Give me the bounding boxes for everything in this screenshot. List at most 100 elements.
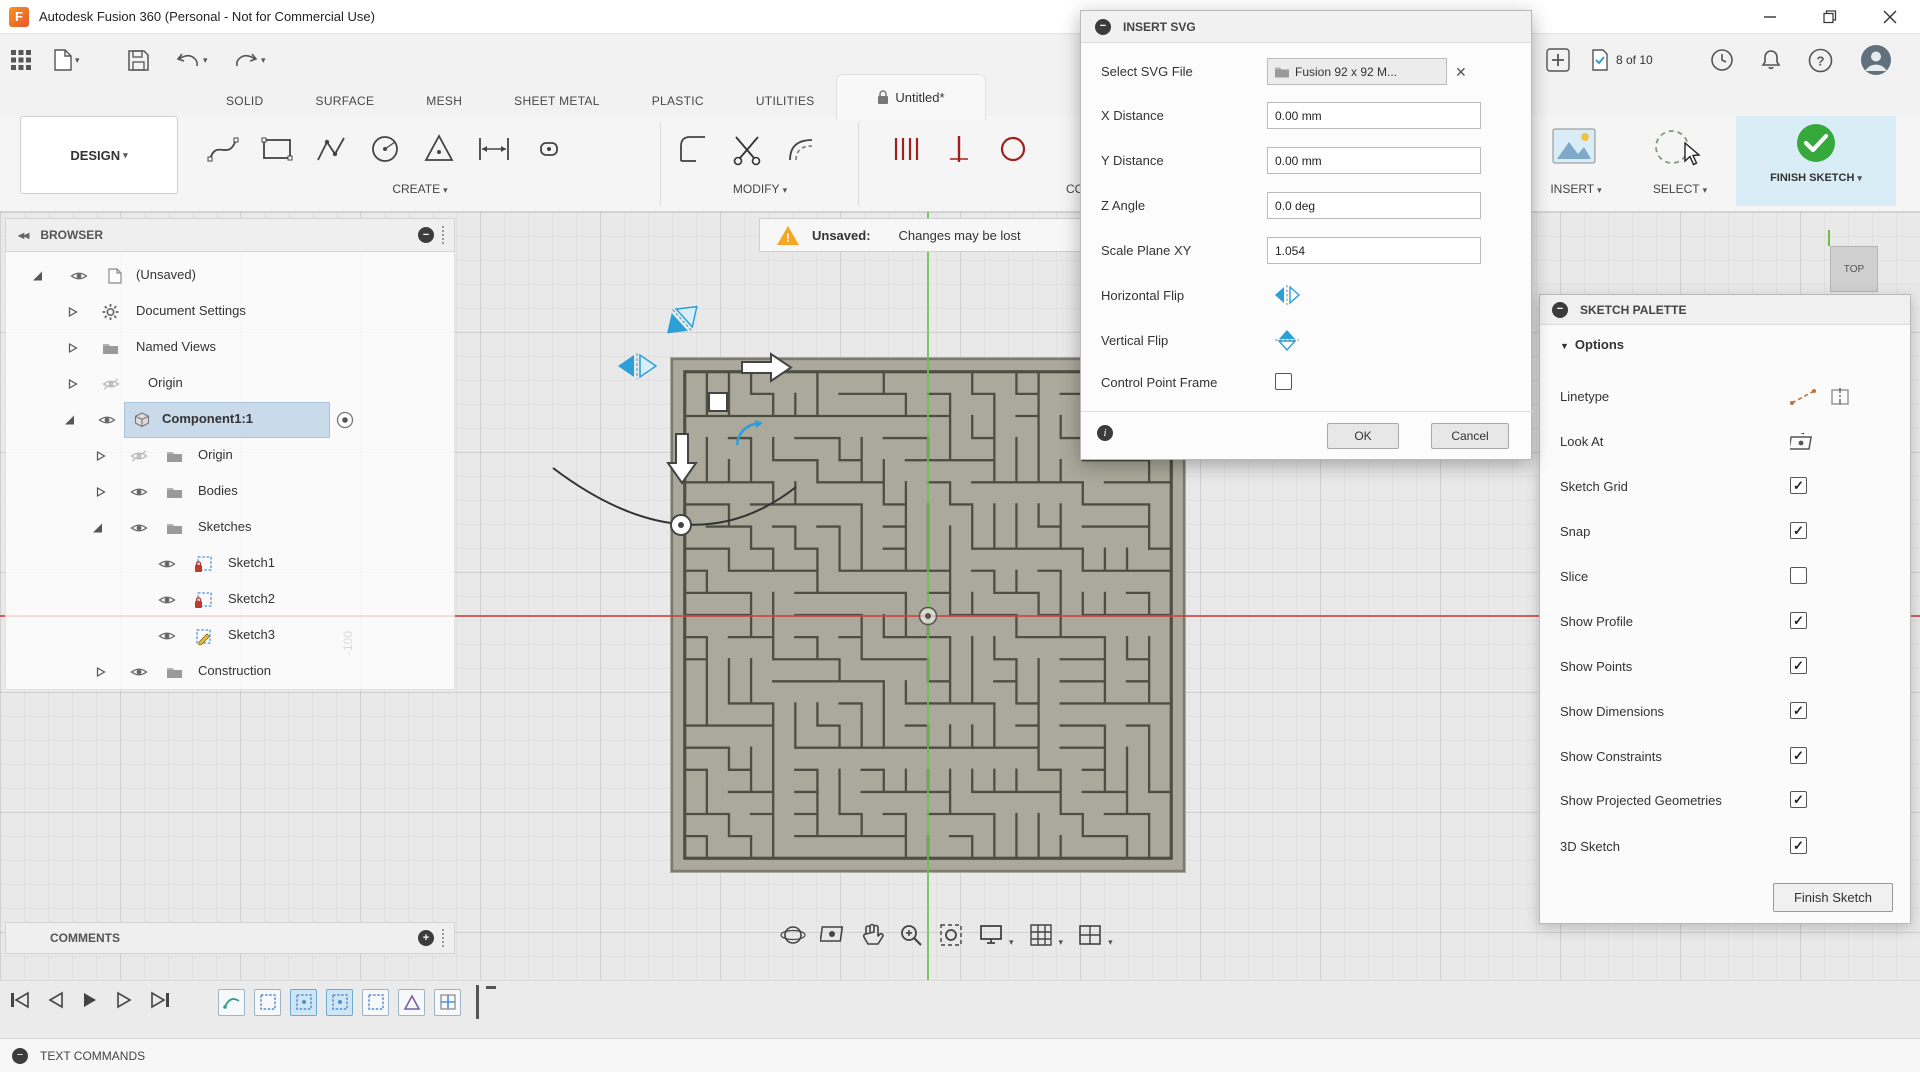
tab-sheet-metal[interactable]: SHEET METAL: [488, 86, 626, 116]
maximize-button[interactable]: [1800, 0, 1860, 34]
timeline-feature-sketch[interactable]: [398, 989, 425, 1016]
scale-plane-input[interactable]: [1267, 237, 1481, 264]
horizontal-flip-handle[interactable]: [616, 351, 658, 382]
visibility-eye-icon[interactable]: [130, 522, 148, 534]
display-settings-icon[interactable]: [978, 922, 1004, 948]
browser-row-component1[interactable]: Component1:1: [6, 402, 456, 438]
create-spline-icon[interactable]: [206, 132, 240, 166]
look-at-icon[interactable]: [1790, 432, 1816, 452]
save-button[interactable]: [128, 34, 149, 86]
text-commands-bar[interactable]: − TEXT COMMANDS: [0, 1038, 1920, 1072]
tab-plastic[interactable]: PLASTIC: [626, 86, 730, 116]
z-angle-input[interactable]: [1267, 192, 1481, 219]
tab-surface[interactable]: SURFACE: [290, 86, 401, 116]
svg-file-field[interactable]: Fusion 92 x 92 M...: [1267, 58, 1447, 85]
vertical-flip-handle[interactable]: [655, 293, 709, 346]
timeline-feature-sketch[interactable]: [254, 989, 281, 1016]
text-commands-icon[interactable]: −: [12, 1048, 28, 1064]
add-tab-button[interactable]: [1546, 34, 1570, 86]
control-point-frame-checkbox[interactable]: [1275, 373, 1292, 390]
modify-group-dropdown[interactable]: MODIFY▾: [690, 182, 830, 196]
visibility-eye-icon[interactable]: [158, 630, 176, 642]
help-button[interactable]: ?: [1808, 34, 1833, 86]
browser-row-construction[interactable]: Construction: [6, 654, 456, 690]
timeline-feature-sketch-selected[interactable]: [326, 989, 353, 1016]
browser-row-sketches[interactable]: Sketches: [6, 510, 456, 546]
constraint-circle-icon[interactable]: [996, 132, 1030, 166]
fit-view-icon[interactable]: [938, 922, 964, 948]
show-profile-checkbox[interactable]: ✓: [1790, 612, 1807, 629]
zoom-icon[interactable]: [898, 922, 924, 948]
move-x-arrow-handle[interactable]: [740, 351, 794, 384]
sketch-palette-header[interactable]: − SKETCH PALETTE: [1540, 295, 1910, 325]
display-settings-caret-icon[interactable]: ▾: [1009, 937, 1014, 948]
expand-closed-icon[interactable]: [96, 487, 106, 498]
browser-row-component-origin[interactable]: Origin: [6, 438, 456, 474]
document-tab[interactable]: Untitled*: [836, 74, 986, 120]
expand-open-icon[interactable]: [64, 415, 75, 426]
look-at-icon[interactable]: [820, 922, 846, 948]
vertical-flip-button-icon[interactable]: [1273, 328, 1301, 352]
redo-button[interactable]: ▾: [234, 34, 266, 86]
slice-checkbox[interactable]: [1790, 567, 1807, 584]
close-button[interactable]: [1860, 0, 1920, 34]
go-to-end-icon[interactable]: [150, 991, 170, 1009]
y-distance-input[interactable]: [1267, 147, 1481, 174]
move-y-arrow-handle[interactable]: [665, 432, 700, 486]
go-to-start-icon[interactable]: [10, 991, 30, 1009]
alerts-bell-button[interactable]: [1760, 34, 1782, 86]
browser-row-document-settings[interactable]: Document Settings: [6, 294, 456, 330]
rotate-snap-arc-handle[interactable]: [733, 419, 763, 449]
viewcube-top-face[interactable]: TOP: [1830, 246, 1878, 292]
visibility-eye-icon[interactable]: [158, 558, 176, 570]
undo-caret-icon[interactable]: ▾: [203, 55, 208, 66]
browser-row-named-views[interactable]: Named Views: [6, 330, 456, 366]
visibility-eye-icon[interactable]: [98, 414, 116, 426]
trim-scissors-icon[interactable]: [730, 132, 764, 166]
play-icon[interactable]: [82, 991, 98, 1009]
browser-row-sketch3[interactable]: Sketch3: [6, 618, 456, 654]
browser-row-root[interactable]: (Unsaved): [6, 258, 456, 294]
user-avatar[interactable]: [1860, 34, 1892, 86]
finish-sketch-button[interactable]: FINISH SKETCH▾: [1736, 112, 1896, 206]
create-dimension-icon[interactable]: [476, 132, 512, 166]
visibility-eye-icon[interactable]: [70, 270, 88, 282]
select-group-dropdown[interactable]: SELECT▾: [1640, 182, 1720, 196]
ok-button[interactable]: OK: [1327, 423, 1399, 449]
file-menu-button[interactable]: ▾: [54, 34, 80, 86]
expand-closed-icon[interactable]: [96, 667, 106, 678]
create-rectangle-icon[interactable]: [260, 132, 294, 166]
timeline-feature-sketch[interactable]: [218, 989, 245, 1016]
visibility-eye-off-icon[interactable]: [102, 378, 120, 390]
comments-panel-header[interactable]: COMMENTS +: [5, 922, 455, 954]
browser-minimize-icon[interactable]: −: [418, 227, 434, 243]
tab-solid[interactable]: SOLID: [200, 86, 290, 116]
expand-closed-icon[interactable]: [96, 451, 106, 462]
design-workspace-selector[interactable]: DESIGN▾: [20, 116, 178, 194]
timeline-feature-sketch[interactable]: [362, 989, 389, 1016]
finish-sketch-palette-button[interactable]: Finish Sketch: [1773, 883, 1893, 912]
grid-settings-icon[interactable]: [1028, 922, 1054, 948]
expand-open-icon[interactable]: [92, 523, 103, 534]
create-polyline-icon[interactable]: [314, 132, 348, 166]
comments-add-icon[interactable]: +: [418, 930, 434, 946]
expand-closed-icon[interactable]: [68, 307, 78, 318]
visibility-eye-off-icon[interactable]: [130, 450, 148, 462]
browser-drag-handle[interactable]: [442, 226, 446, 244]
expand-closed-icon[interactable]: [68, 343, 78, 354]
show-points-checkbox[interactable]: ✓: [1790, 657, 1807, 674]
centerline-linetype-icon[interactable]: [1830, 387, 1856, 407]
visibility-eye-icon[interactable]: [130, 666, 148, 678]
options-section-toggle[interactable]: ▼Options: [1560, 337, 1624, 352]
redo-caret-icon[interactable]: ▾: [261, 55, 266, 66]
insert-group-dropdown[interactable]: INSERT▾: [1536, 182, 1616, 196]
step-forward-icon[interactable]: [116, 991, 132, 1009]
visibility-eye-icon[interactable]: [130, 486, 148, 498]
sketch-grid-checkbox[interactable]: ✓: [1790, 477, 1807, 494]
expand-open-icon[interactable]: [32, 271, 43, 282]
create-point-icon[interactable]: [532, 132, 566, 166]
sketch-palette-panel[interactable]: − SKETCH PALETTE ▼Options Linetype Look …: [1539, 294, 1911, 924]
viewports-icon[interactable]: [1077, 922, 1103, 948]
job-status-button[interactable]: 8 of 10: [1590, 34, 1653, 86]
rotate-circle-handle[interactable]: [668, 512, 694, 538]
